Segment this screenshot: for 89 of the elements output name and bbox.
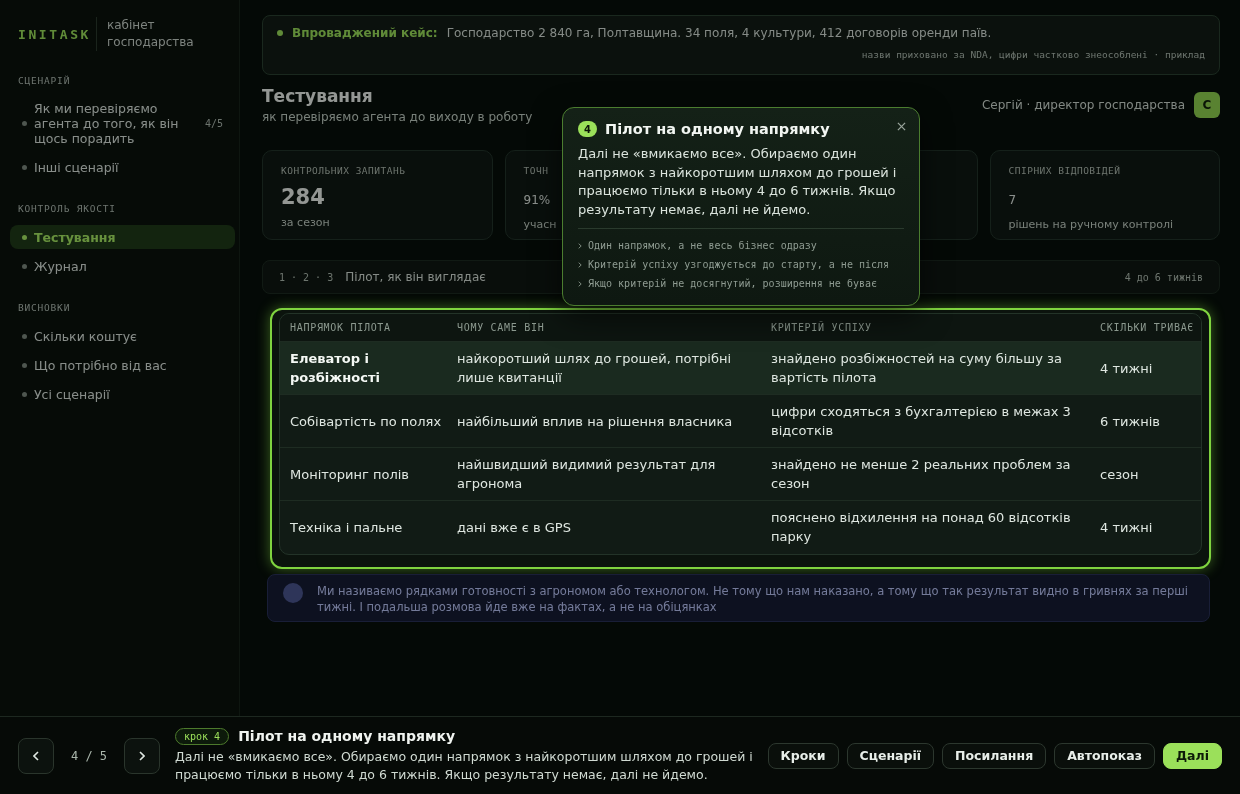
table-cell: Техніка і пальне [280, 500, 447, 554]
nav-item[interactable]: Тестування [10, 225, 235, 249]
table-cell: Елеватор і розбіжності [280, 341, 447, 395]
stat-value: 7 [1008, 192, 1017, 209]
bullet-dot-icon [22, 164, 27, 170]
popover-point: Один напрямок, а не весь бізнес одразу [588, 240, 817, 251]
table-cell: найшвидший видимий результат для агронома [447, 447, 761, 501]
table-row[interactable]: Собівартість по полях найбільший вплив на рішення власника цифри сходяться з бухгалтерією в межах 3 відсотків 6 тижнів [280, 394, 1201, 448]
table-cell: найбільший вплив на рішення власника [447, 394, 761, 448]
table-cell: Моніторинг полів [280, 447, 447, 501]
step-numbers: 1 · 2 · 3 [279, 271, 334, 283]
page-subtitle: як перевіряємо агента до виходу в роботу [262, 110, 533, 124]
toolbar-button[interactable]: Сценарії [846, 742, 935, 769]
avatar[interactable]: С [1194, 92, 1220, 118]
item-count: 4/5 [204, 117, 223, 131]
table-cell: знайдено не менше 2 реальних проблем за сезон [761, 447, 1090, 501]
stat-label: ТОЧН [523, 165, 549, 176]
previous-button[interactable] [18, 737, 54, 774]
circle-icon [283, 582, 303, 603]
section-title: Пілот, як він виглядає [345, 270, 486, 284]
stat-caption: рішень на ручному контролі [1008, 218, 1173, 231]
note-text: Ми називаємо рядками готовності з агрономом або технологом. Не тому що нам наказано, а тому що так результат видно в гривнях за перші тижні. І подальша розмова йде вже на фактах, а не на обіцянках [317, 582, 1189, 615]
nav-item[interactable]: Скільки коштує [10, 324, 235, 348]
bullet-dot-icon [22, 362, 27, 368]
nav-item[interactable]: Що потрібно від вас [10, 353, 235, 377]
step-description: Далі не «вмикаємо все». Обираємо один напрямок з найкоротшим шляхом до грошей і працюємо тільки в ньому 4 до 6 тижнів. Якщо результату немає, далі не йдемо. [175, 747, 754, 784]
chevron-right-icon [578, 242, 582, 249]
table-row[interactable]: Елеватор і розбіжності найкоротший шлях до грошей, потрібні лише квитанції знайдено розбіжностей на суму більшу за вартість пілота 4 тижні [280, 341, 1201, 395]
stat-value: 91% [523, 192, 551, 209]
toolbar-button[interactable]: Автопоказ [1054, 742, 1155, 769]
step-number-badge: 4 [578, 121, 597, 137]
table-cell: дані вже є в GPS [447, 500, 761, 554]
section-heading: СЦЕНАРІЙ [18, 75, 71, 86]
column-header: СКІЛЬКИ ТРИВАЄ [1090, 314, 1201, 342]
popover-title: Пілот на одному напрямку [605, 121, 830, 137]
table-cell: сезон [1090, 447, 1201, 501]
chevron-left-icon [33, 750, 39, 761]
table-cell: 4 тижні [1090, 500, 1201, 554]
bullet-dot-icon [22, 234, 27, 240]
stat-label: КОНТРОЛЬНИХ ЗАПИТАНЬ [281, 165, 406, 176]
popover-point: Якщо критерій не досягнутий, розширення не буває [588, 278, 877, 289]
status-dot-icon [277, 30, 283, 36]
section-heading: КОНТРОЛЬ ЯКОСТІ [18, 203, 116, 214]
table-cell: 4 тижні [1090, 341, 1201, 395]
next-button[interactable] [124, 737, 160, 774]
bullet-dot-icon [22, 333, 27, 339]
column-header: НАПРЯМОК ПІЛОТА [280, 314, 447, 342]
section-heading: ВИСНОВКИ [18, 302, 71, 313]
toolbar-button[interactable]: Посилання [942, 742, 1047, 769]
table-row[interactable]: Техніка і пальне дані вже є в GPS пояснено відхилення на понад 60 відсотків парку 4 тижні [280, 500, 1201, 554]
table-cell: цифри сходяться з бухгалтерією в межах 3 відсотків [761, 394, 1090, 448]
next-step-button[interactable]: Далі [1163, 742, 1222, 769]
nav-item[interactable]: Журнал [10, 254, 235, 278]
app-subtitle: кабінет господарства [96, 17, 197, 51]
case-label: Впроваджений кейс: [292, 26, 438, 40]
duration-label: 4 до 6 тижнів [1124, 271, 1203, 283]
nav-item[interactable]: Усі сценарії [10, 382, 235, 406]
user-name: Сергій · директор господарства [981, 98, 1185, 112]
stat-value: 284 [281, 185, 325, 209]
stat-caption: за сезон [281, 216, 330, 229]
table-cell: 6 тижнів [1090, 394, 1201, 448]
chevron-right-icon [578, 261, 582, 268]
chevron-right-icon [139, 750, 145, 761]
close-icon[interactable] [897, 121, 906, 131]
stat-label: СПІРНИХ ВІДПОВІДЕЙ [1008, 165, 1121, 176]
column-header: КРИТЕРІЙ УСПІХУ [761, 314, 1090, 342]
nav-item[interactable]: Інші сценарії [10, 155, 235, 179]
step-title: Пілот на одному напрямку [238, 728, 456, 744]
toolbar-button[interactable]: Кроки [767, 742, 839, 769]
bullet-dot-icon [22, 121, 27, 126]
nav-item[interactable]: Як ми перевіряємо агента до того, як він щось порадить 4/5 [10, 97, 235, 150]
table-cell: знайдено розбіжностей на суму більшу за вартість пілота [761, 341, 1090, 395]
bullet-dot-icon [22, 263, 27, 269]
chevron-right-icon [578, 280, 582, 287]
step-badge: крок 4 [175, 727, 230, 745]
table-cell: Собівартість по полях [280, 394, 447, 448]
bullet-dot-icon [22, 391, 27, 397]
column-header: ЧОМУ САМЕ ВІН [447, 314, 761, 342]
table-cell: пояснено відхилення на понад 60 відсотків парку [761, 500, 1090, 554]
step-counter: 4 / 5 [69, 748, 109, 763]
table-row[interactable]: Моніторинг полів найшвидший видимий результат для агронома знайдено не менше 2 реальних проблем за сезон сезон [280, 447, 1201, 501]
table-cell: найкоротший шлях до грошей, потрібні лише квитанції [447, 341, 761, 395]
stat-caption: учасн [523, 218, 557, 231]
popover-text: Далі не «вмикаємо все». Обираємо один напрямок з найкоротшим шляхом до грошей і працюємо тільки в ньому 4 до 6 тижнів. Якщо результату немає, далі не йдемо. [578, 145, 898, 219]
popover-point: Критерій успіху узгоджується до старту, а не після [588, 259, 890, 270]
case-note: назви приховано за NDA, цифри частково знеособлені · приклад [861, 49, 1205, 60]
page-title: Тестування [262, 86, 374, 106]
case-description: Господарство 2 840 га, Полтавщина. 34 поля, 4 культури, 412 договорів оренди паїв. [446, 26, 992, 40]
logo-text[interactable]: INITASK [18, 26, 96, 42]
